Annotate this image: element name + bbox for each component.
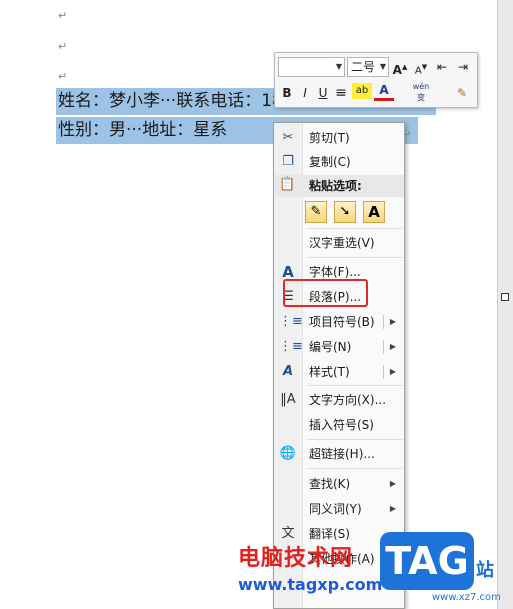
font-size-value: 二号 <box>351 60 376 74</box>
phonetic-guide-button[interactable]: wén 变 <box>408 81 434 102</box>
submenu-arrow-icon: ▶ <box>389 504 396 513</box>
menu-item-hyperlink[interactable]: 🌐 超链接(H)... <box>274 443 404 465</box>
watermark-site-name: 电脑技术网 <box>238 546 354 571</box>
menu-split-divider <box>383 365 384 379</box>
menu-item-label: 复制(C) <box>309 155 351 169</box>
submenu-arrow-icon[interactable]: ▶ <box>390 336 396 358</box>
decrease-indent-icon[interactable]: ⇤ <box>432 57 452 77</box>
menu-item-text-direction[interactable]: ‖A 文字方向(X)... <box>274 389 404 411</box>
submenu-arrow-icon[interactable]: ▶ <box>390 311 396 333</box>
globe-link-icon: 🌐 <box>279 446 297 461</box>
font-size-combo[interactable]: 二号 ▼ <box>347 57 389 77</box>
menu-item-lookup[interactable]: 查找(K) ▶ <box>274 473 404 495</box>
dropdown-arrow-icon: ▼ <box>335 62 342 71</box>
center-align-icon[interactable]: ≡ <box>331 83 351 103</box>
paragraph-mark: ↵ <box>58 70 68 83</box>
vertical-scrollbar[interactable] <box>497 0 513 609</box>
menu-item-copy[interactable]: ❐ 复制(C) <box>274 151 404 173</box>
increase-indent-icon[interactable]: ⇥ <box>453 57 473 77</box>
copy-icon: ❐ <box>282 154 294 169</box>
menu-item-hanzi-reselect[interactable]: 汉字重选(V) <box>274 232 404 254</box>
menu-separator <box>307 385 403 386</box>
menu-item-label: 插入符号(S) <box>309 418 374 432</box>
paste-options-header: 📋 粘贴选项: <box>274 175 404 197</box>
menu-item-insert-symbol[interactable]: 插入符号(S) <box>274 414 404 436</box>
text-direction-icon: ‖A <box>280 392 296 407</box>
menu-separator <box>307 257 403 258</box>
menu-separator <box>307 468 403 469</box>
underline-button[interactable]: U <box>313 83 333 103</box>
menu-item-synonyms[interactable]: 同义词(Y) ▶ <box>274 498 404 520</box>
menu-item-styles[interactable]: A 样式(T) ▶ <box>274 361 404 383</box>
grow-font-button[interactable]: A▲ <box>390 57 410 77</box>
menu-item-label: 项目符号(B) <box>309 315 375 329</box>
menu-item-label: 编号(N) <box>309 340 352 354</box>
menu-item-bullets[interactable]: ⋮≡ 项目符号(B) ▶ <box>274 311 404 333</box>
submenu-arrow-icon: ▶ <box>389 479 396 488</box>
bold-button[interactable]: B <box>277 83 297 103</box>
watermark-site-url: www.tagxp.com <box>238 575 383 594</box>
bullets-icon: ⋮≡ <box>279 314 303 329</box>
menu-item-label: 同义词(Y) <box>309 502 362 516</box>
document-line-gender-address[interactable]: 性别：男···地址：星系 <box>58 117 227 144</box>
resize-handle[interactable] <box>501 293 509 301</box>
paragraph-mark: ↵ <box>58 40 68 53</box>
menu-item-numbering[interactable]: ⋮≡ 编号(N) ▶ <box>274 336 404 358</box>
paste-merge-formatting-button[interactable]: ➘ <box>334 201 356 223</box>
menu-item-label: 超链接(H)... <box>309 447 375 461</box>
menu-item-label: 汉字重选(V) <box>309 236 375 250</box>
tag-logo: TAG <box>380 532 474 590</box>
menu-separator <box>307 439 403 440</box>
shrink-font-button[interactable]: A▼ <box>411 57 431 77</box>
mini-toolbar: ▼ 二号 ▼ A▲ A▼ ⇤ ⇥ B I U ≡ ab A wén 变 ✎ <box>274 52 478 108</box>
menu-split-divider <box>383 340 384 354</box>
dropdown-arrow-icon: ▼ <box>379 62 386 71</box>
font-color-button[interactable]: A <box>374 83 394 101</box>
paragraph-mark: ↵ <box>58 9 68 22</box>
format-painter-icon[interactable]: ✎ <box>452 83 472 103</box>
tag-small-url: www.xz7.com <box>432 592 501 603</box>
menu-item-label: 查找(K) <box>309 477 351 491</box>
styles-icon: A <box>282 364 294 379</box>
menu-item-label: 文字方向(X)... <box>309 393 387 407</box>
paragraph-highlight-box <box>283 279 368 307</box>
scissors-icon: ✂ <box>282 130 294 145</box>
menu-item-label: 样式(T) <box>309 365 350 379</box>
menu-item-cut[interactable]: ✂ 剪切(T) <box>274 127 404 149</box>
menu-split-divider <box>383 315 384 329</box>
font-name-combo[interactable]: ▼ <box>278 57 345 77</box>
menu-separator <box>307 228 403 229</box>
tag-side-text: 站 <box>476 560 494 581</box>
paste-text-only-button[interactable]: A <box>363 201 385 223</box>
submenu-arrow-icon[interactable]: ▶ <box>390 361 396 383</box>
paste-keep-source-formatting-button[interactable]: ✎ <box>305 201 327 223</box>
highlight-color-button[interactable]: ab <box>352 83 372 99</box>
numbering-icon: ⋮≡ <box>279 339 303 354</box>
paste-options-label: 粘贴选项: <box>309 179 362 193</box>
clipboard-icon: 📋 <box>279 177 296 192</box>
menu-item-label: 剪切(T) <box>309 131 350 145</box>
italic-button[interactable]: I <box>295 83 315 103</box>
